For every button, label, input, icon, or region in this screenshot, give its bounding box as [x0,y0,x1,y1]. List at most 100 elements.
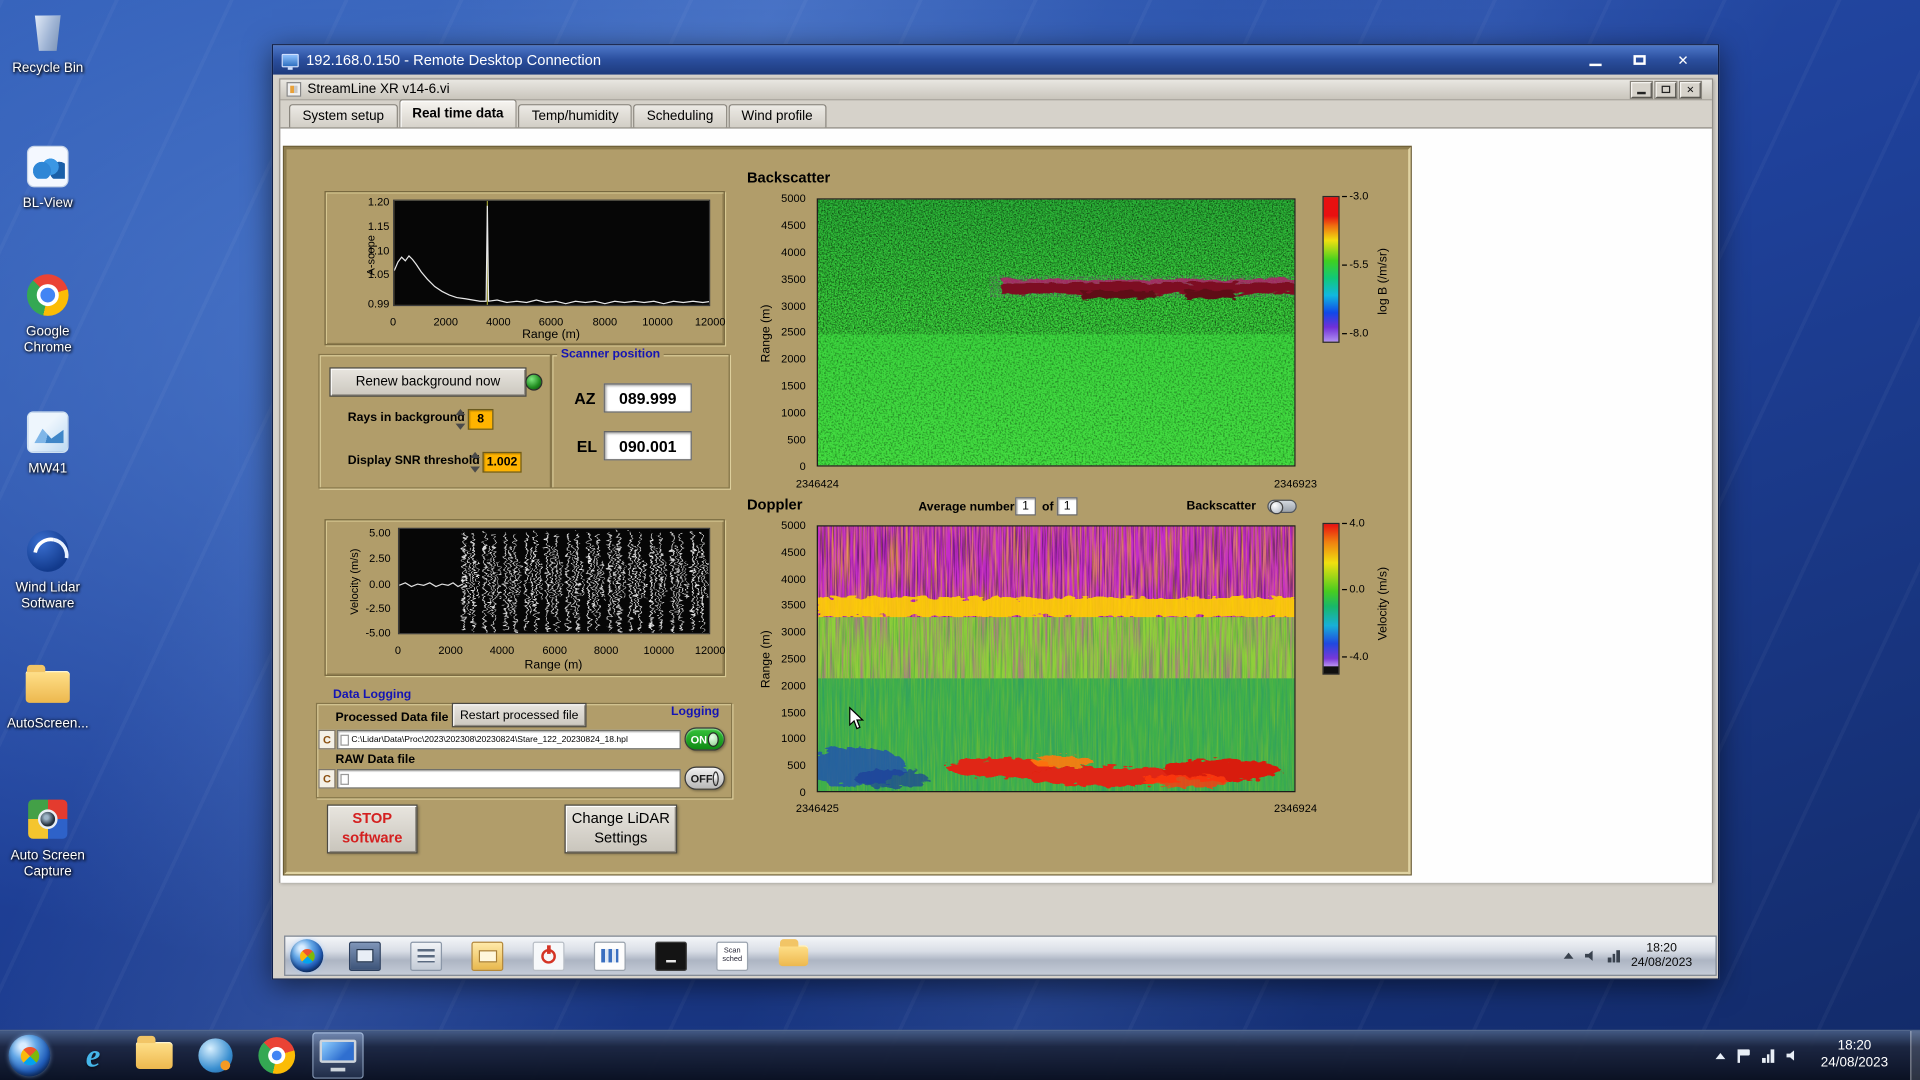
host-tray-expand-icon[interactable] [1716,1052,1726,1059]
average-number-label: Average number [918,500,1015,515]
velocity-ytick: 5.00 [369,526,391,539]
doppler-ytick: 2500 [781,652,806,665]
host-start-button[interactable] [8,1034,51,1077]
windows-flag-icon [296,945,318,967]
scanner-position-group: Scanner position AZ 089.999 EL 090.001 [551,347,730,489]
host-network-icon[interactable] [1762,1048,1775,1063]
rays-value-field[interactable]: 8 [467,408,494,430]
remote-taskbar-window-icon[interactable] [471,941,504,971]
desktop-icon-autoscreen-folder[interactable]: AutoScreen... [7,661,89,732]
rdp-title-text: 192.168.0.150 - Remote Desktop Connectio… [306,51,602,69]
remote-start-button[interactable] [290,939,324,973]
taskbar-explorer-icon[interactable] [129,1032,180,1079]
el-value: 090.001 [603,431,692,461]
doppler-ytick: 1000 [781,732,806,745]
taskbar-rdp-icon[interactable] [312,1032,364,1079]
desktop-icon-google-chrome[interactable]: Google Chrome [7,269,88,355]
velocity-xtick: 2000 [438,644,463,657]
desktop-icon-auto-screen-capture[interactable]: Auto Screen Capture [7,793,88,879]
taskbar-internet-explorer-icon[interactable]: e [67,1032,118,1079]
rdp-window: 192.168.0.150 - Remote Desktop Connectio… [271,44,1720,980]
snr-spinner[interactable] [469,451,480,473]
rdp-maximize-button[interactable] [1622,49,1655,71]
doppler-cbar-tick: 4.0 [1342,517,1364,529]
backscatter-colorbar [1322,195,1340,343]
desktop: Recycle Bin BL-View Google Chrome MW41 W… [0,0,1920,1080]
app-titlebar[interactable]: StreamLine XR v14-6.vi ✕ [280,79,1712,101]
backscatter-xtick-end: 2346923 [1274,477,1317,490]
remote-taskbar-power-off-icon[interactable] [532,941,565,971]
remote-tray-expand-icon[interactable] [1564,952,1575,959]
rdp-titlebar[interactable]: 192.168.0.150 - Remote Desktop Connectio… [273,45,1718,75]
app-minimize-button[interactable] [1631,81,1652,98]
change-lidar-settings-button[interactable]: Change LiDAR Settings [564,804,678,854]
tab-scheduling[interactable]: Scheduling [633,104,727,128]
windows-flag-icon [16,1042,43,1069]
ascope-ytick: 1.15 [367,220,390,233]
velocity-xtick: 10000 [643,644,675,657]
remote-taskbar-xr-app-icon[interactable] [593,941,626,971]
raw-path-field[interactable] [336,768,681,789]
restart-processed-file-button[interactable]: Restart processed file [451,702,587,728]
action-center-flag-icon[interactable] [1738,1048,1751,1063]
background-controls-group: Renew background now Rays in background … [318,353,552,489]
desktop-icon-mw41[interactable]: MW41 [7,407,88,478]
rdp-minimize-button[interactable] [1578,49,1611,71]
doppler-ytick: 3000 [781,625,806,638]
remote-taskbar-console-icon[interactable] [655,941,687,971]
taskbar-chrome-icon[interactable] [251,1032,302,1079]
desktop-icon-bl-view[interactable]: BL-View [7,141,88,212]
ascope-ytick: 1.05 [367,268,390,281]
stop-software-button[interactable]: STOP software [326,804,418,854]
processed-drive-button[interactable]: C [318,729,336,750]
tab-real-time-data[interactable]: Real time data [398,99,518,128]
backscatter-ytick: 0 [799,460,806,473]
velocity-plot [397,527,711,635]
front-panel: Backscatter A-scope 1.20 1.15 1.10 1.05 … [284,146,1411,875]
app-restore-button[interactable] [1655,81,1677,98]
wind-lidar-icon [26,530,69,572]
remote-taskbar-app-icon[interactable] [348,941,381,971]
backscatter-ytick: 2000 [781,352,806,365]
doppler-cbar-label: Velocity (m/s) [1376,566,1391,640]
velocity-graph-frame: Velocity (m/s) 5.00 2.50 0.00 -2.50 -5.0… [324,519,726,676]
remote-clock[interactable]: 18:20 24/08/2023 [1631,941,1692,970]
backscatter-ytick: 4000 [781,246,806,259]
raw-logging-off-toggle[interactable]: OFF [684,766,725,790]
host-show-desktop-button[interactable] [1910,1030,1920,1080]
renew-background-button[interactable]: Renew background now [329,367,527,397]
doppler-ytick: 2000 [781,679,806,692]
taskbar-media-player-icon[interactable] [190,1032,241,1079]
auto-screen-capture-icon [28,799,68,839]
processed-logging-on-toggle[interactable]: ON [684,727,725,751]
rays-spinner[interactable] [454,408,465,430]
snr-value-field[interactable]: 1.002 [482,451,522,473]
remote-taskbar-calculator-icon[interactable] [410,941,443,971]
remote-network-icon[interactable] [1608,949,1620,963]
app-close-button[interactable]: ✕ [1680,81,1701,98]
backscatter-cbar-label: log B (/m/sr) [1376,247,1391,315]
tab-temp-humidity[interactable]: Temp/humidity [518,104,633,128]
processed-path-field[interactable]: C:\Lidar\Data\Proc\2023\202308\20230824\… [336,729,681,750]
remote-volume-icon[interactable] [1585,950,1593,961]
remote-taskbar-scan-sched-icon[interactable]: Scan sched [716,941,749,971]
backscatter-toggle[interactable] [1267,499,1297,515]
host-clock[interactable]: 18:20 24/08/2023 [1821,1039,1888,1073]
ascope-xtick: 6000 [538,315,564,329]
ascope-x-axis-label: Range (m) [522,328,580,342]
tab-system-setup[interactable]: System setup [288,104,398,128]
desktop-icon-label: Recycle Bin [12,61,84,76]
raw-drive-button[interactable]: C [318,768,336,789]
desktop-icon-recycle-bin[interactable]: Recycle Bin [7,6,88,77]
average-count-field[interactable]: 1 [1056,497,1078,516]
remote-taskbar-folder-icon[interactable] [778,939,810,970]
host-volume-icon[interactable] [1786,1050,1795,1061]
desktop-icon-label: Auto Screen Capture [10,848,85,879]
doppler-xtick-end: 2346924 [1274,802,1317,815]
desktop-icon-wind-lidar[interactable]: Wind Lidar Software [7,525,88,611]
tab-wind-profile[interactable]: Wind profile [728,104,827,128]
rdp-close-button[interactable]: ✕ [1667,49,1700,71]
average-number-field[interactable]: 1 [1015,497,1036,516]
ascope-ytick: 1.10 [367,244,390,258]
backscatter-ytick: 3500 [781,273,806,286]
